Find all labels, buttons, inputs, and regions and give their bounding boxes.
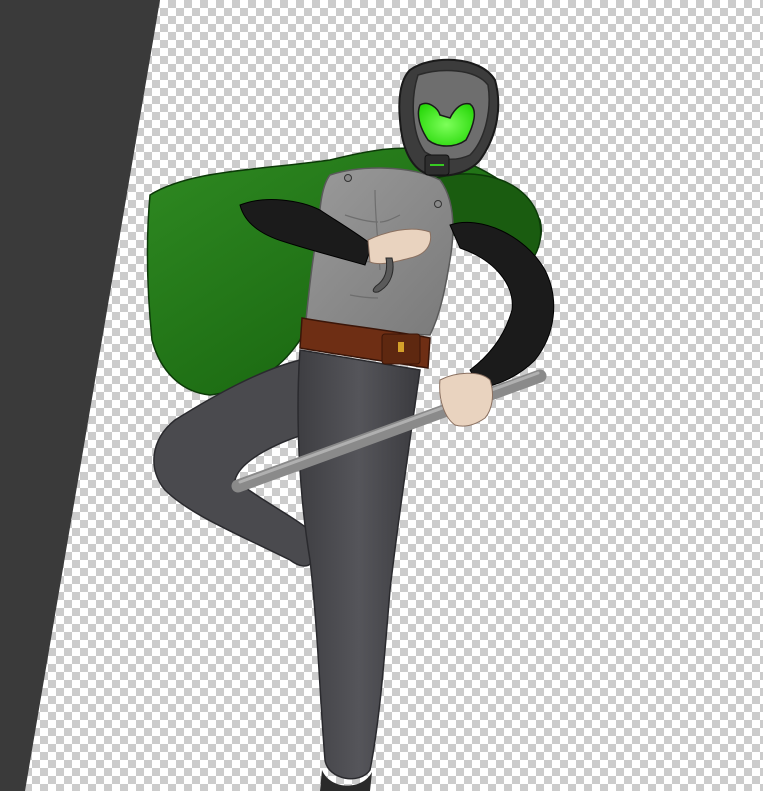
cape-clasp-left bbox=[344, 174, 352, 182]
right-hand bbox=[439, 372, 493, 427]
wall-panel bbox=[0, 0, 160, 791]
front-leg bbox=[297, 349, 421, 780]
character-illustration bbox=[0, 0, 555, 791]
transparent-canvas bbox=[0, 0, 763, 791]
belt-buckle bbox=[398, 342, 404, 352]
cape-clasp-right bbox=[434, 200, 442, 208]
